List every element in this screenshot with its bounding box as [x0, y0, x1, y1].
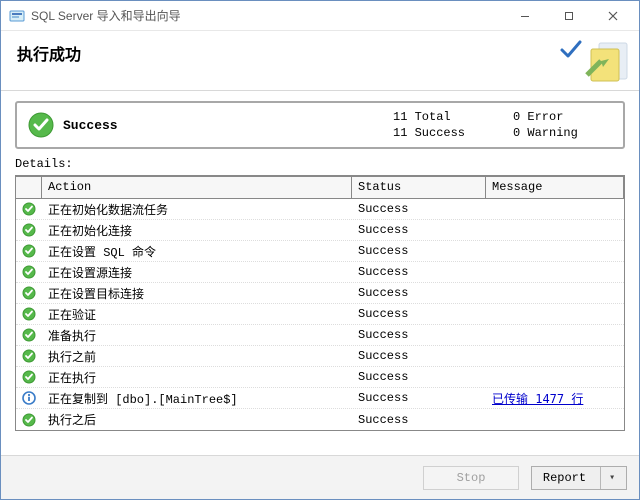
app-icon: [9, 8, 25, 24]
cell-action: 正在初始化连接: [42, 222, 352, 239]
chevron-down-icon: ▾: [609, 472, 615, 484]
summary-warning: 0 Warning: [513, 126, 613, 140]
stop-button-label: Stop: [457, 471, 486, 485]
cell-status: Success: [352, 370, 486, 384]
cell-status: Success: [352, 244, 486, 258]
table-row[interactable]: 正在设置目标连接Success: [16, 283, 624, 304]
summary-stats: 11 Total 0 Error 11 Success 0 Warning: [393, 110, 613, 140]
table-row[interactable]: 正在设置源连接Success: [16, 262, 624, 283]
summary-error: 0 Error: [513, 110, 613, 124]
cell-status: Success: [352, 307, 486, 321]
table-row[interactable]: 正在验证Success: [16, 304, 624, 325]
report-dropdown[interactable]: ▾: [600, 467, 615, 489]
success-icon: [16, 328, 42, 342]
grid-header: Action Status Message: [16, 177, 624, 199]
column-message[interactable]: Message: [486, 177, 624, 198]
cell-action: 正在设置目标连接: [42, 285, 352, 302]
column-status[interactable]: Status: [352, 177, 486, 198]
success-icon: [16, 349, 42, 363]
details-grid: Action Status Message 正在初始化数据流任务Success正…: [15, 175, 625, 431]
cell-action: 正在执行: [42, 369, 352, 386]
cell-status: Success: [352, 265, 486, 279]
summary-success-label: Success: [63, 118, 393, 133]
page-title: 执行成功: [17, 41, 623, 65]
cell-action: 正在设置 SQL 命令: [42, 243, 352, 260]
column-action[interactable]: Action: [42, 177, 352, 198]
stop-button: Stop: [423, 466, 519, 490]
cell-status: Success: [352, 328, 486, 342]
summary-total: 11 Total: [393, 110, 503, 124]
success-icon: [16, 307, 42, 321]
table-row[interactable]: 正在初始化数据流任务Success: [16, 199, 624, 220]
table-row[interactable]: 执行之后Success: [16, 409, 624, 430]
header-banner: 执行成功: [1, 31, 639, 91]
cell-status: Success: [352, 349, 486, 363]
cell-action: 正在复制到 [dbo].[MainTree$]: [42, 390, 352, 407]
summary-success: 11 Success: [393, 126, 503, 140]
success-icon: [16, 265, 42, 279]
table-row[interactable]: 正在设置 SQL 命令Success: [16, 241, 624, 262]
table-row[interactable]: 正在执行Success: [16, 367, 624, 388]
success-icon: [16, 202, 42, 216]
table-row[interactable]: 正在初始化连接Success: [16, 220, 624, 241]
success-icon: [16, 244, 42, 258]
cell-status: Success: [352, 391, 486, 405]
column-icon[interactable]: [16, 177, 42, 198]
cell-message-link[interactable]: 已传输 1477 行: [486, 390, 624, 407]
wizard-graphic-icon: [571, 37, 631, 85]
grid-body: 正在初始化数据流任务Success正在初始化连接Success正在设置 SQL …: [16, 199, 624, 430]
report-button[interactable]: Report ▾: [531, 466, 627, 490]
footer-bar: Stop Report ▾: [1, 455, 639, 499]
cell-action: 正在验证: [42, 306, 352, 323]
success-icon: [16, 413, 42, 427]
cell-action: 准备执行: [42, 327, 352, 344]
maximize-button[interactable]: [547, 2, 591, 30]
cell-status: Success: [352, 286, 486, 300]
cell-status: Success: [352, 223, 486, 237]
report-button-label: Report: [543, 471, 586, 485]
success-icon: [16, 223, 42, 237]
info-icon: [16, 391, 42, 405]
success-icon: [16, 370, 42, 384]
cell-status: Success: [352, 202, 486, 216]
table-row[interactable]: 正在复制到 [dbo].[MainTree$]Success已传输 1477 行: [16, 388, 624, 409]
wizard-window: SQL Server 导入和导出向导 执行成功: [0, 0, 640, 500]
content-area: Success 11 Total 0 Error 11 Success 0 Wa…: [1, 91, 639, 451]
success-large-icon: [27, 111, 55, 139]
cell-action: 正在设置源连接: [42, 264, 352, 281]
cell-action: 执行之后: [42, 411, 352, 428]
details-label: Details:: [15, 157, 625, 171]
minimize-button[interactable]: [503, 2, 547, 30]
summary-box: Success 11 Total 0 Error 11 Success 0 Wa…: [15, 101, 625, 149]
close-button[interactable]: [591, 2, 635, 30]
cell-action: 正在初始化数据流任务: [42, 201, 352, 218]
table-row[interactable]: 准备执行Success: [16, 325, 624, 346]
cell-status: Success: [352, 413, 486, 427]
titlebar: SQL Server 导入和导出向导: [1, 1, 639, 31]
window-title: SQL Server 导入和导出向导: [31, 7, 503, 24]
cell-action: 执行之前: [42, 348, 352, 365]
success-icon: [16, 286, 42, 300]
table-row[interactable]: 执行之前Success: [16, 346, 624, 367]
